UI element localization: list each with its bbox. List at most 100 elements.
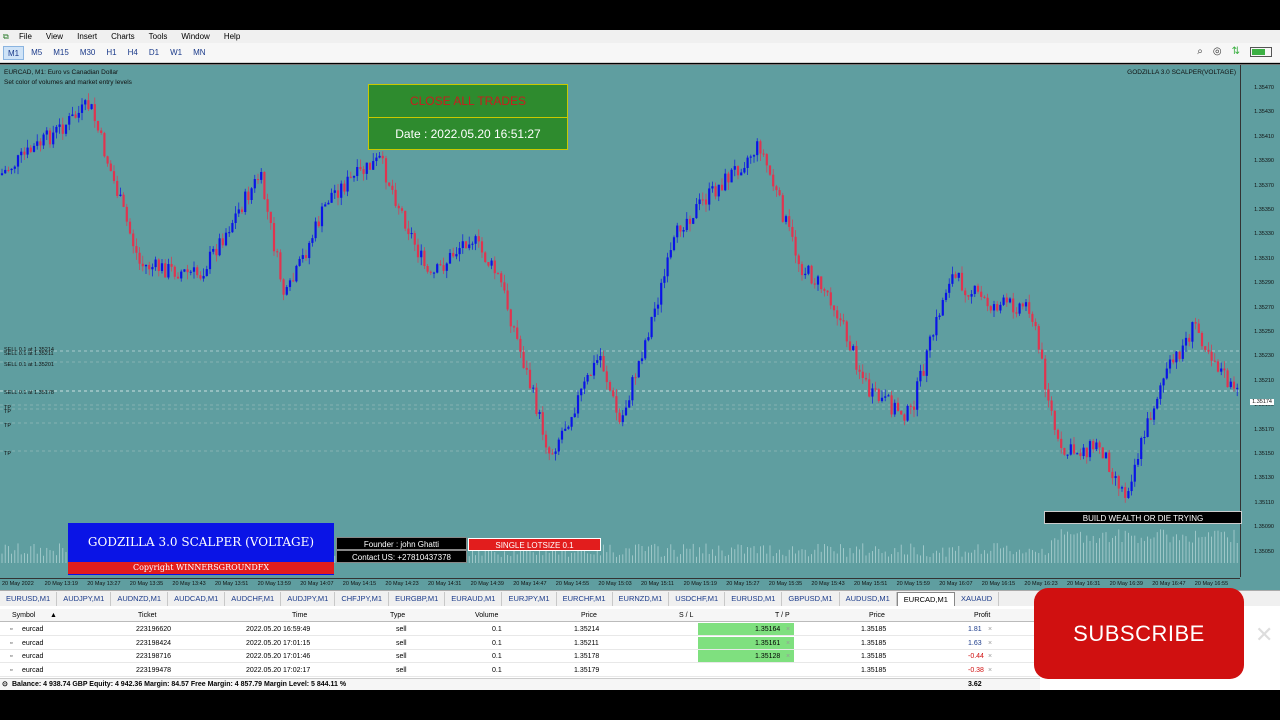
col-type[interactable]: Type [390,609,405,622]
candle-body [980,291,983,297]
col-time[interactable]: Time [292,609,307,622]
symbol-tab[interactable]: AUDUSD,M1 [840,591,897,606]
candle-body [1021,303,1024,307]
candle-body [749,156,752,158]
candle-body [116,180,119,196]
candle-body [1226,370,1229,388]
volume-bar [913,547,915,563]
symbol-tab[interactable]: USDCHF,M1 [669,591,726,606]
close-all-trades-button[interactable]: CLOSE ALL TRADES [369,85,567,118]
symbol-tab[interactable]: EURCHF,M1 [557,591,613,606]
symbol-tab[interactable]: EURNZD,M1 [613,591,670,606]
globe-icon[interactable]: ◎ [1213,46,1222,57]
trade-row[interactable]: ▫ 1.35128 × eurcad 223198716 2022.05.20 17:01… [0,650,1040,663]
candle-body [199,275,202,279]
volume-bar [1153,537,1155,563]
symbol-tab[interactable]: CHFJPY,M1 [335,591,390,606]
symbol-tab[interactable]: AUDJPY,M1 [281,591,336,606]
volume-bar [904,554,905,563]
trade-row[interactable]: ▫ 1.35164 × eurcad 223196620 2022.05.20 16:59… [0,623,1040,636]
candle-body [378,155,381,158]
trade-tp[interactable]: 1.35164 [755,623,780,636]
volume-bar [696,556,697,563]
volume-bar [494,552,496,563]
timeframe-w1[interactable]: W1 [166,46,186,60]
remove-tp-icon[interactable]: × [786,650,790,663]
remove-tp-icon[interactable]: × [786,623,790,636]
symbol-tab[interactable]: EURJPY,M1 [502,591,557,606]
col-tp[interactable]: T / P [775,609,790,622]
menu-window[interactable]: Window [181,32,209,41]
order-level-label: SELL 0.1 at 1.35178 [4,390,54,396]
candle-body [445,263,448,271]
timeframe-m30[interactable]: M30 [76,46,100,60]
signal-icon: ⇅ [1231,46,1240,57]
symbol-tab[interactable]: AUDJPY,M1 [57,591,112,606]
close-order-icon[interactable]: × [988,623,992,636]
timeframe-m5[interactable]: M5 [27,46,46,60]
volume-bar [56,555,57,563]
menu-help[interactable]: Help [224,32,240,41]
search-icon[interactable]: ⌕ [1197,46,1203,57]
timeframe-d1[interactable]: D1 [145,46,163,60]
price-chart[interactable] [0,65,1240,577]
col-current-price[interactable]: Price [869,609,885,622]
col-price[interactable]: Price [581,609,597,622]
volume-bar [1054,538,1056,563]
col-profit[interactable]: Profit [974,609,990,622]
timeframe-h4[interactable]: H4 [124,46,142,60]
symbol-tab[interactable]: EURCAD,M1 [896,591,955,606]
trade-tp[interactable]: 1.35161 [755,637,780,650]
symbol-tab[interactable]: EURUSD,M1 [725,591,783,606]
volume-bar [654,543,656,563]
timeframe-mn[interactable]: MN [189,46,209,60]
col-symbol[interactable]: Symbol [12,609,35,622]
timeframe-m1[interactable]: M1 [3,45,25,60]
candle-body [1130,481,1133,492]
volume-bar [481,555,483,563]
candle-body [823,289,826,291]
candle-body [215,248,218,256]
timeframe-h1[interactable]: H1 [102,46,120,60]
menu-file[interactable]: File [19,32,32,41]
menu-tools[interactable]: Tools [149,32,168,41]
candle-body [1162,378,1165,386]
close-order-icon[interactable]: × [988,637,992,650]
candle-body [912,406,916,410]
close-order-icon[interactable]: × [988,650,992,663]
symbol-tab[interactable]: AUDCAD,M1 [168,591,226,606]
volume-bar [862,543,864,563]
volume-bar [1182,534,1184,563]
volume-bar [577,550,579,563]
symbol-tab[interactable]: XAUAUD [955,591,1000,606]
trade-row[interactable]: ▫ eurcad 223199478 2022.05.20 17:02:17 sell 0… [0,664,1040,677]
timeframe-m15[interactable]: M15 [49,46,73,60]
symbol-tab[interactable]: GBPUSD,M1 [782,591,840,606]
symbol-tab[interactable]: EURUSD,M1 [0,591,58,606]
close-order-icon[interactable]: × [988,664,992,677]
trade-row[interactable]: ▫ 1.35161 × eurcad 223198424 2022.05.20 17:01… [0,636,1040,650]
col-volume[interactable]: Volume [475,609,498,622]
symbol-tab[interactable]: EURAUD,M1 [445,591,503,606]
volume-bar [1089,540,1091,563]
col-sl[interactable]: S / L [679,609,693,622]
remove-tp-icon[interactable]: × [786,637,790,650]
subscribe-button[interactable]: SUBSCRIBE [1034,588,1244,679]
symbol-tab[interactable]: EURGBP,M1 [389,591,446,606]
trade-tp[interactable]: 1.35128 [755,650,780,663]
volume-bar [475,555,476,563]
candle-body [68,116,71,125]
candle-body [1229,381,1232,388]
candle-body [608,382,612,391]
close-icon[interactable]: ✕ [1255,624,1277,646]
col-ticket[interactable]: Ticket [138,609,156,622]
price-axis-label: 1.35150 [1254,451,1274,457]
time-axis-label: 20 May 13:59 [257,581,291,587]
chart-window[interactable]: EURCAD, M1: Euro vs Canadian Dollar Set … [0,64,1280,590]
symbol-tab[interactable]: AUDNZD,M1 [111,591,169,606]
symbol-tab[interactable]: AUDCHF,M1 [225,591,282,606]
menu-view[interactable]: View [46,32,63,41]
menu-charts[interactable]: Charts [111,32,135,41]
candle-body [519,338,522,352]
menu-insert[interactable]: Insert [77,32,97,41]
